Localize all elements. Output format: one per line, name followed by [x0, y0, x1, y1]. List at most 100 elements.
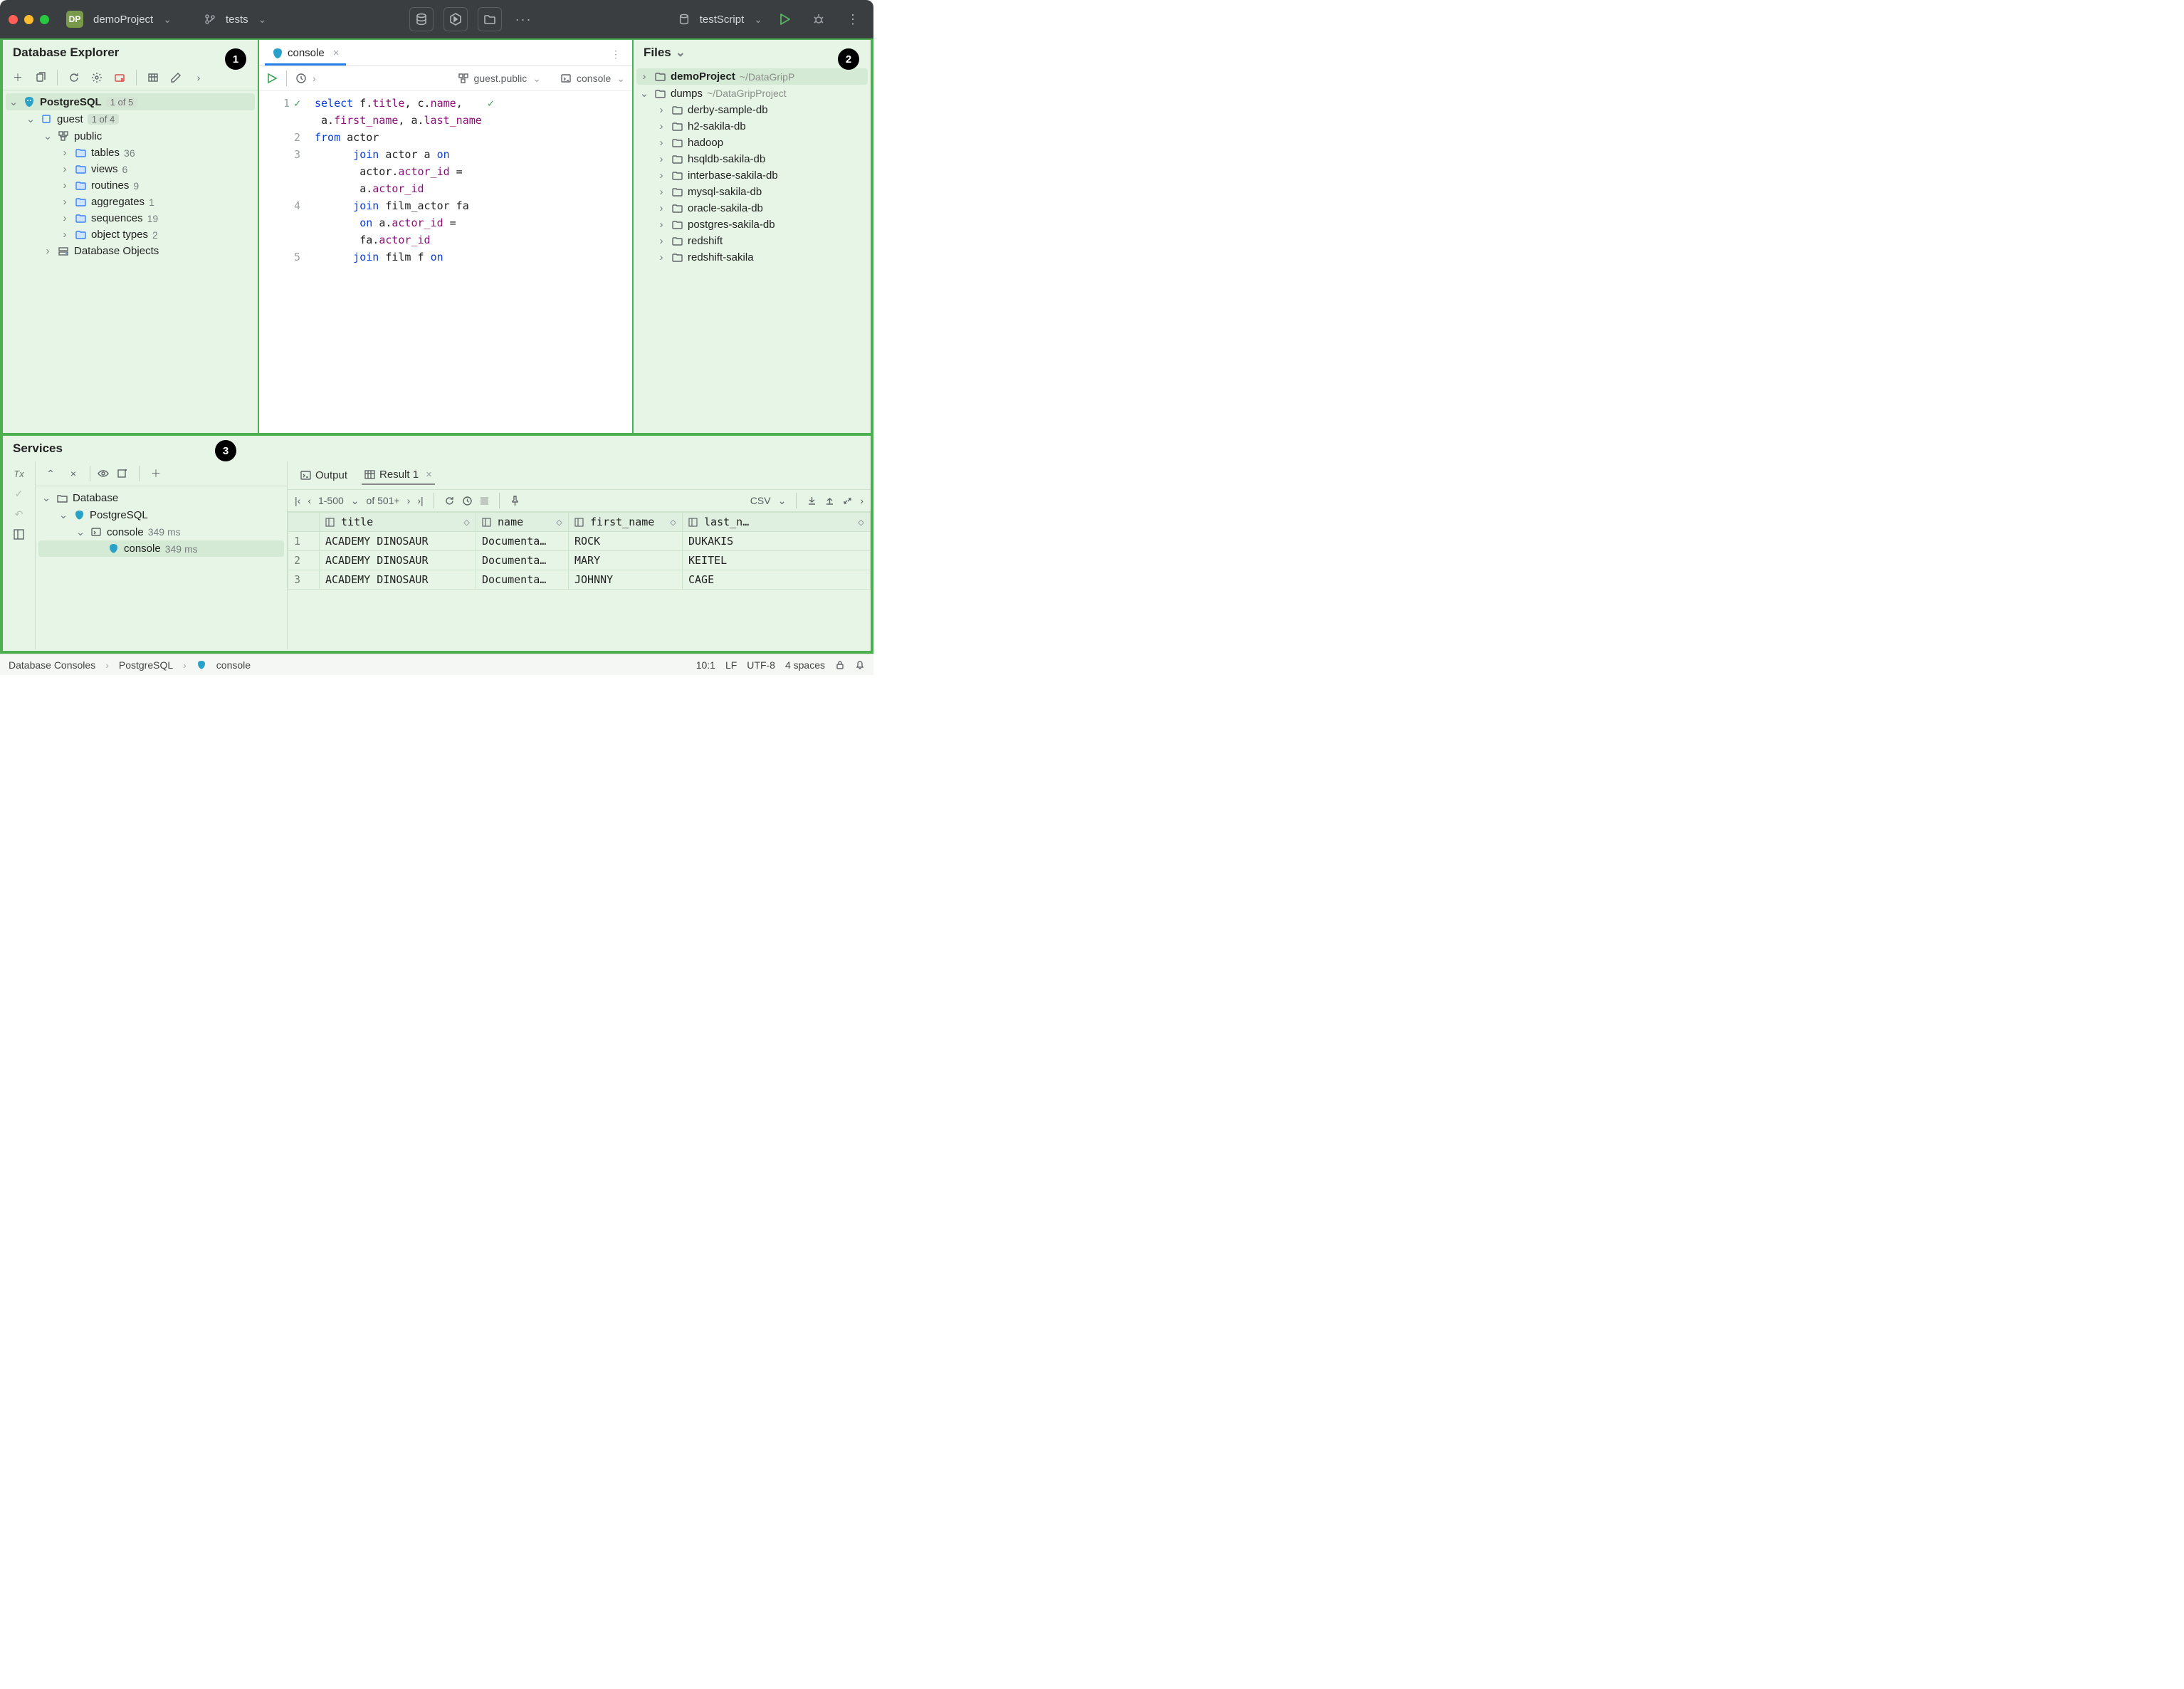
settings-icon[interactable] [88, 68, 106, 87]
files-title[interactable]: Files ⌄ [634, 40, 871, 66]
page-range[interactable]: 1-500 [318, 495, 344, 506]
breadcrumb-item[interactable]: PostgreSQL [119, 659, 173, 671]
line-ending[interactable]: LF [725, 659, 737, 671]
column-header[interactable]: last_n… ◇ [683, 513, 871, 532]
vcs-branch[interactable]: tests [226, 14, 248, 26]
collapse-up-icon[interactable]: ⌃ [41, 464, 60, 483]
compare-icon[interactable] [842, 496, 853, 506]
copy-ddl-icon[interactable] [31, 68, 50, 87]
chevron-right-icon[interactable]: › [60, 163, 70, 175]
schema-child-node[interactable]: › sequences 19 [6, 210, 255, 226]
project-root-node[interactable]: › demoProject ~/DataGripP [636, 68, 868, 85]
eye-icon[interactable] [98, 468, 109, 479]
chevron-right-icon[interactable]: › [656, 153, 666, 165]
run-query-button[interactable] [266, 73, 278, 84]
history-icon[interactable] [295, 73, 307, 84]
breadcrumb-item[interactable]: Database Consoles [9, 659, 95, 671]
files-tool-icon[interactable] [478, 7, 502, 31]
output-tab[interactable]: Output [298, 466, 350, 484]
console-selector[interactable]: console [577, 73, 611, 84]
schema-child-node[interactable]: › object types 2 [6, 226, 255, 243]
chevron-right-icon[interactable]: › [639, 70, 649, 83]
chevron-right-icon[interactable]: › [656, 219, 666, 231]
chevron-right-icon[interactable]: › [656, 169, 666, 182]
check-icon[interactable]: ✓ [15, 488, 23, 500]
close-window-button[interactable] [9, 15, 18, 24]
prev-page-icon[interactable]: ‹ [308, 495, 311, 506]
chevron-right-icon[interactable]: › [656, 104, 666, 116]
schema-selector[interactable]: guest.public [474, 73, 527, 84]
project-name[interactable]: demoProject [93, 14, 153, 26]
indent[interactable]: 4 spaces [785, 659, 825, 671]
table-row[interactable]: 1ACADEMY DINOSAURDocumenta…ROCKDUKAKIS [288, 532, 871, 551]
cell[interactable]: ROCK [569, 532, 683, 551]
chevron-right-icon[interactable]: › [860, 495, 863, 506]
cell[interactable]: ACADEMY DINOSAUR [320, 551, 476, 570]
chevron-right-icon[interactable]: › [60, 179, 70, 192]
chevron-right-icon[interactable]: › [60, 229, 70, 241]
chevron-down-icon[interactable]: ⌄ [778, 495, 787, 507]
folder-node[interactable]: › redshift [636, 233, 868, 249]
table-view-icon[interactable] [144, 68, 162, 87]
table-row[interactable]: 2ACADEMY DINOSAURDocumenta…MARYKEITEL [288, 551, 871, 570]
chevron-down-icon[interactable]: ⌄ [258, 14, 267, 26]
chevron-right-icon[interactable]: › [313, 73, 316, 84]
lock-icon[interactable] [835, 660, 845, 670]
first-page-icon[interactable]: |‹ [295, 495, 300, 506]
run-tool-icon[interactable] [443, 7, 468, 31]
chevron-down-icon[interactable]: ⌄ [616, 73, 625, 85]
schema-child-node[interactable]: › tables 36 [6, 145, 255, 161]
stop-icon[interactable] [110, 68, 129, 87]
chevron-right-icon[interactable]: › [43, 245, 53, 257]
folder-node[interactable]: › postgres-sakila-db [636, 216, 868, 233]
stop-icon[interactable] [480, 496, 489, 506]
new-session-icon[interactable] [113, 464, 132, 483]
database-node[interactable]: ⌄ guest 1 of 4 [6, 110, 255, 127]
services-ds-node[interactable]: ⌄ PostgreSQL [38, 506, 284, 523]
chevron-down-icon[interactable]: ⌄ [41, 491, 51, 504]
folder-node[interactable]: › interbase-sakila-db [636, 167, 868, 184]
undo-icon[interactable]: ↶ [15, 508, 23, 521]
result-tab[interactable]: Result 1 × [362, 466, 435, 485]
caret-position[interactable]: 10:1 [696, 659, 715, 671]
chevron-right-icon[interactable]: › [656, 251, 666, 263]
folder-node[interactable]: ⌄ dumps ~/DataGripProject [636, 85, 868, 102]
db-objects-node[interactable]: › Database Objects [6, 243, 255, 259]
edit-icon[interactable] [167, 68, 185, 87]
cell[interactable]: Documenta… [476, 551, 569, 570]
cell[interactable]: ACADEMY DINOSAUR [320, 532, 476, 551]
debug-button[interactable] [807, 7, 831, 31]
schema-child-node[interactable]: › routines 9 [6, 177, 255, 194]
folder-node[interactable]: › mysql-sakila-db [636, 184, 868, 200]
schema-child-node[interactable]: › views 6 [6, 161, 255, 177]
chevron-down-icon[interactable]: ⌄ [163, 14, 172, 26]
chevron-right-icon[interactable]: › [656, 186, 666, 198]
cell[interactable]: ACADEMY DINOSAUR [320, 570, 476, 590]
column-header[interactable]: first_name ◇ [569, 513, 683, 532]
export-format[interactable]: CSV [750, 495, 771, 506]
encoding[interactable]: UTF-8 [747, 659, 775, 671]
cell[interactable]: DUKAKIS [683, 532, 871, 551]
more-actions-icon[interactable]: ⋮ [841, 7, 865, 31]
cell[interactable]: KEITEL [683, 551, 871, 570]
chevron-down-icon[interactable]: ⌄ [9, 95, 19, 108]
chevron-right-icon[interactable]: › [656, 137, 666, 149]
pin-icon[interactable] [510, 496, 520, 506]
run-config-name[interactable]: testScript [700, 14, 745, 26]
breadcrumb-item[interactable]: console [216, 659, 251, 671]
chevron-down-icon[interactable]: ⌄ [754, 14, 762, 26]
chevron-down-icon[interactable]: ⌄ [351, 495, 359, 507]
chevron-down-icon[interactable]: ⌄ [532, 73, 541, 85]
folder-node[interactable]: › hsqldb-sakila-db [636, 151, 868, 167]
cell[interactable]: Documenta… [476, 570, 569, 590]
close-tab-icon[interactable]: × [333, 47, 340, 59]
notifications-icon[interactable] [855, 660, 865, 670]
cell[interactable]: MARY [569, 551, 683, 570]
schema-node[interactable]: ⌄ public [6, 127, 255, 145]
refresh-icon[interactable] [65, 68, 83, 87]
services-result-node[interactable]: console 349 ms [38, 540, 284, 557]
maximize-window-button[interactable] [40, 15, 49, 24]
chevron-down-icon[interactable]: ⌄ [676, 46, 686, 60]
folder-node[interactable]: › redshift-sakila [636, 249, 868, 266]
close-tab-icon[interactable]: × [426, 469, 432, 481]
